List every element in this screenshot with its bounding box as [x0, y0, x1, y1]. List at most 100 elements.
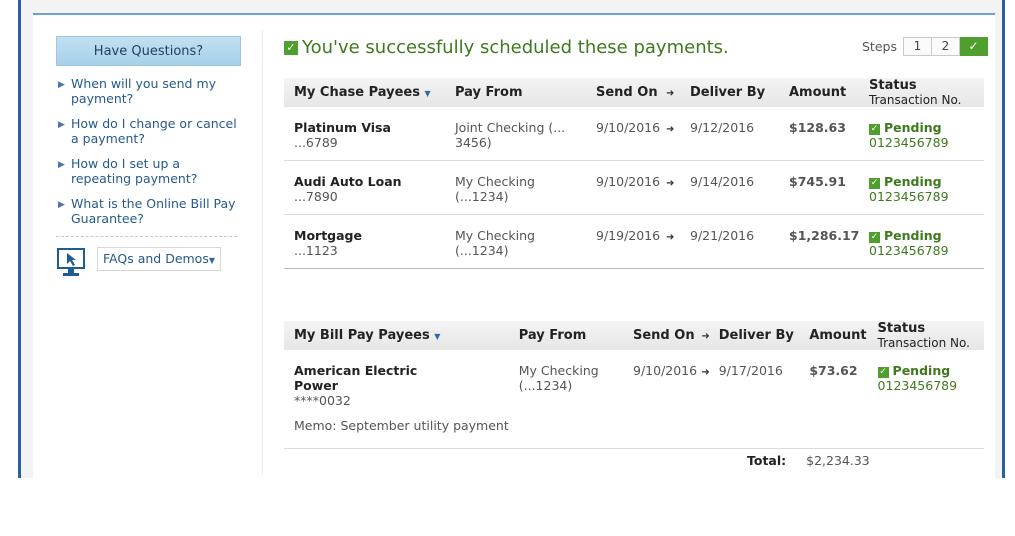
monitor-icon [57, 248, 85, 276]
status-pending: ✓ Pending [869, 174, 984, 189]
question-label: How do I set up a repeating payment? [71, 156, 198, 186]
faq-label: FAQs and Demos [103, 251, 209, 266]
pay-from-header: Pay From [508, 321, 623, 350]
transaction-number: 0123456789 [869, 189, 949, 204]
payee-account: ...6789 [294, 135, 338, 150]
total-value: $2,234.33 [806, 453, 870, 468]
pay-from-header: Pay From [445, 78, 586, 107]
arrow-cell: ➜ [664, 160, 688, 215]
status-cell: ✓ Pending 0123456789 [867, 107, 984, 161]
status-pending: ✓ Pending [869, 228, 984, 243]
arrow-cell: ➜ [664, 107, 688, 161]
check-icon: ✓ [869, 178, 880, 189]
status-cell: ✓ Pending 0123456789 [867, 214, 984, 269]
arrow-header: ➜ [699, 321, 716, 350]
amount-header: Amount [806, 321, 876, 350]
arrow-right-icon: ➜ [666, 124, 675, 135]
billpay-payees-table: My Bill Pay Payees ▼ Pay From Send On ➜ … [284, 321, 984, 449]
arrow-right-icon: ➜ [701, 367, 710, 378]
transaction-number: 0123456789 [877, 378, 958, 393]
success-text: You've successfully scheduled these paym… [302, 37, 729, 58]
payment-memo: Memo: September utility payment [294, 418, 509, 433]
status-sub-label: Transaction No. [869, 93, 962, 107]
deliver-by: 9/17/2016 [715, 350, 807, 449]
chevron-right-icon: ▶ [58, 160, 65, 170]
send-on-header: Send On [586, 78, 664, 107]
sort-caret-icon: ▼ [434, 332, 441, 341]
send-on: 9/10/2016 [623, 350, 700, 449]
header-label: My Bill Pay Payees [294, 328, 430, 343]
send-on: 9/10/2016 [586, 160, 664, 215]
deliver-by: 9/12/2016 [688, 107, 786, 161]
step-2: 2 [931, 37, 960, 56]
check-icon: ✓ [869, 232, 880, 243]
deliver-by-header: Deliver By [688, 78, 786, 107]
steps-indicator: Steps 1 2 ✓ [862, 37, 988, 56]
chevron-right-icon: ▶ [58, 120, 65, 130]
faqs-demos-dropdown[interactable]: FAQs and Demos▼ [97, 247, 221, 271]
status-text: Pending [884, 120, 942, 135]
deliver-by-header: Deliver By [715, 321, 807, 350]
chevron-right-icon: ▶ [58, 80, 65, 90]
table-row: Mortgage ...1123 My Checking (...1234) 9/… [284, 214, 984, 269]
status-cell: ✓ Pending 0123456789 [875, 350, 984, 449]
status-label: Status [877, 321, 926, 336]
question-link-guarantee[interactable]: ▶ What is the Online Bill Pay Guarantee? [56, 196, 241, 226]
total-label: Total: [747, 453, 787, 468]
question-label: What is the Online Bill Pay Guarantee? [71, 196, 236, 226]
have-questions-heading: Have Questions? [56, 36, 241, 66]
payee-name: American Electric Power [294, 363, 418, 393]
pay-from: My Checking (...1234) [445, 160, 586, 215]
question-link-change[interactable]: ▶ How do I change or cancel a payment? [56, 116, 241, 146]
faq-section: FAQs and Demos▼ [56, 247, 241, 276]
amount: $745.91 [786, 160, 867, 215]
question-label: How do I change or cancel a payment? [71, 116, 237, 146]
check-icon: ✓ [877, 367, 889, 378]
chase-payees-table: My Chase Payees ▼ Pay From Send On ➜ Del… [284, 78, 984, 269]
arrow-cell: ➜ [699, 350, 716, 449]
question-label: When will you send my payment? [71, 76, 217, 106]
status-cell: ✓ Pending 0123456789 [867, 160, 984, 215]
send-on: 9/10/2016 [586, 107, 664, 161]
question-link-repeating[interactable]: ▶ How do I set up a repeating payment? [56, 156, 241, 186]
total-row: Total: $2,234.33 [747, 453, 870, 468]
status-sub-label: Transaction No. [877, 336, 970, 350]
table-row: American Electric Power ****0032 Memo: S… [284, 350, 984, 449]
arrow-right-icon: ➜ [666, 178, 675, 189]
status-text: Pending [884, 174, 942, 189]
header-label: My Chase Payees [294, 85, 420, 100]
pay-from: Joint Checking (... 3456) [445, 107, 586, 161]
deliver-by: 9/21/2016 [688, 214, 786, 269]
steps-label: Steps [862, 39, 897, 54]
arrow-cell: ➜ [664, 214, 688, 269]
success-message: ✓ You've successfully scheduled these pa… [284, 37, 729, 58]
amount: $1,286.17 [786, 214, 867, 269]
transaction-number: 0123456789 [869, 135, 949, 150]
check-icon: ✓ [869, 124, 880, 135]
payee-name: Platinum Visa [294, 120, 391, 135]
status-header: Status Transaction No. [875, 321, 984, 350]
table-row: Platinum Visa ...6789 Joint Checking (...… [284, 107, 984, 161]
sidebar: Have Questions? ▶ When will you send my p… [56, 36, 241, 276]
pay-from: My Checking (...1234) [508, 350, 623, 449]
table-header-row: My Chase Payees ▼ Pay From Send On ➜ Del… [284, 78, 984, 107]
question-link-send[interactable]: ▶ When will you send my payment? [56, 76, 241, 106]
sort-caret-icon: ▼ [424, 89, 431, 98]
pay-from: My Checking (...1234) [445, 214, 586, 269]
caret-down-icon: ▼ [208, 256, 215, 265]
payee-account: ...1123 [294, 243, 338, 258]
status-header: Status Transaction No. [867, 78, 984, 107]
payee-name: Audi Auto Loan [294, 174, 402, 189]
table-row: Audi Auto Loan ...7890 My Checking (...12… [284, 160, 984, 215]
arrow-right-icon: ➜ [666, 88, 675, 99]
arrow-right-icon: ➜ [666, 232, 675, 243]
status-pending: ✓ Pending [877, 363, 984, 378]
questions-list: ▶ When will you send my payment? ▶ How do … [56, 76, 241, 226]
payee-column-header[interactable]: My Bill Pay Payees ▼ [284, 321, 509, 350]
payee-account: ****0032 [294, 393, 351, 408]
amount: $73.62 [806, 350, 876, 449]
payee-column-header[interactable]: My Chase Payees ▼ [284, 78, 445, 107]
chevron-right-icon: ▶ [58, 200, 65, 210]
arrow-right-icon: ➜ [701, 331, 710, 342]
checkbox-check-icon: ✓ [284, 40, 298, 55]
